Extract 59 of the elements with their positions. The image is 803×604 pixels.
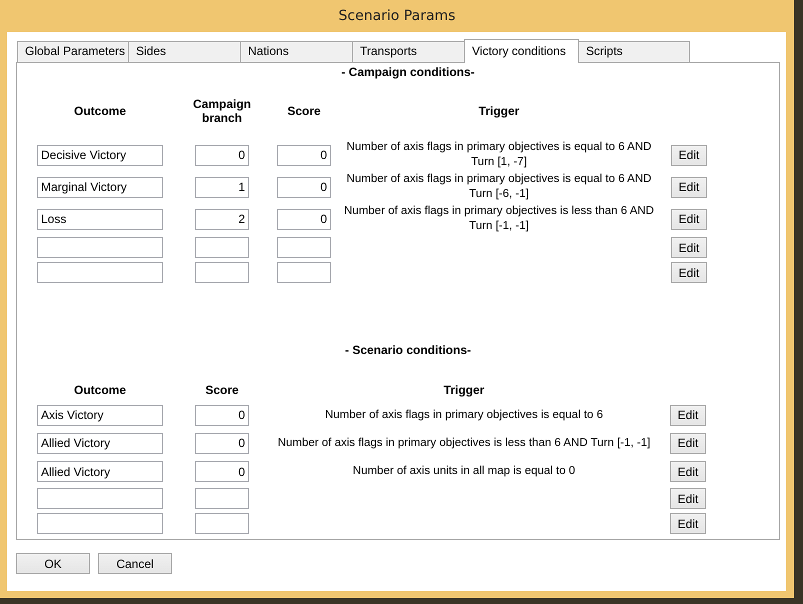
ok-button[interactable]: OK: [16, 553, 90, 574]
trigger-text: Number of axis flags in primary objectives is less than 6 AND Turn [-1, -1]: [276, 436, 652, 450]
input-field[interactable]: 0: [277, 176, 331, 198]
trigger-text: Number of axis flags in primary objectives is equal to 6 AND Turn [-6, -1]: [346, 172, 652, 202]
edit-button[interactable]: Edit: [671, 144, 707, 166]
column-header: Trigger: [444, 383, 484, 397]
cancel-button[interactable]: Cancel: [98, 553, 172, 574]
input-field[interactable]: Allied Victory: [37, 461, 163, 482]
column-header: Outcome: [74, 104, 126, 118]
input-field[interactable]: [195, 488, 249, 509]
edit-button[interactable]: Edit: [670, 461, 706, 482]
input-field[interactable]: [277, 262, 331, 283]
input-field[interactable]: [37, 237, 163, 258]
edit-button[interactable]: Edit: [670, 488, 706, 509]
input-field[interactable]: 2: [195, 208, 249, 230]
input-field[interactable]: [37, 513, 163, 534]
input-field[interactable]: 0: [195, 404, 249, 426]
input-field[interactable]: 0: [195, 432, 249, 454]
trigger-text: Number of axis units in all map is equal to 0: [352, 464, 576, 479]
input-field[interactable]: 1: [195, 176, 249, 198]
column-header: Score: [204, 383, 240, 397]
section-heading: - Campaign conditions-: [341, 65, 475, 79]
input-field[interactable]: Axis Victory: [37, 404, 163, 426]
trigger-text: Number of axis flags in primary objectives is equal to 6: [324, 408, 604, 422]
column-header: Outcome: [74, 383, 126, 397]
tab[interactable]: Victory conditions: [464, 39, 579, 63]
input-field[interactable]: [195, 262, 249, 283]
edit-button[interactable]: Edit: [670, 513, 706, 534]
input-field[interactable]: 0: [195, 144, 249, 166]
input-field[interactable]: Marginal Victory: [37, 176, 163, 198]
tab[interactable]: Sides: [128, 41, 241, 62]
section-heading: - Scenario conditions-: [344, 343, 471, 357]
edit-button[interactable]: Edit: [671, 208, 707, 230]
column-header: Score: [286, 104, 322, 118]
edit-button[interactable]: Edit: [670, 432, 706, 454]
input-field[interactable]: Allied Victory: [37, 432, 163, 454]
input-field[interactable]: 0: [277, 144, 331, 166]
edit-button[interactable]: Edit: [671, 237, 707, 258]
tab[interactable]: Transports: [352, 41, 465, 62]
edit-button[interactable]: Edit: [671, 176, 707, 198]
input-field[interactable]: [37, 262, 163, 283]
edit-button[interactable]: Edit: [670, 404, 706, 426]
tab[interactable]: Nations: [240, 41, 353, 62]
tab[interactable]: Global Parameters: [17, 41, 129, 62]
input-field[interactable]: Decisive Victory: [37, 144, 163, 166]
edit-button[interactable]: Edit: [671, 262, 707, 283]
input-field[interactable]: [195, 237, 249, 258]
input-field[interactable]: 0: [277, 208, 331, 230]
input-field[interactable]: [37, 488, 163, 509]
column-header: Trigger: [478, 104, 520, 118]
column-header: Campaign branch: [192, 97, 252, 125]
window-title: Scenario Params: [338, 8, 456, 24]
trigger-text: Number of axis flags in primary objectives is equal to 6 AND Turn [1, -7]: [346, 140, 652, 170]
input-field[interactable]: Loss: [37, 208, 163, 230]
trigger-text: Number of axis flags in primary objectives is less than 6 AND Turn [-1, -1]: [343, 204, 655, 234]
tab[interactable]: Scripts: [578, 41, 690, 62]
input-field[interactable]: 0: [195, 461, 249, 482]
input-field[interactable]: [195, 513, 249, 534]
input-field[interactable]: [277, 237, 331, 258]
